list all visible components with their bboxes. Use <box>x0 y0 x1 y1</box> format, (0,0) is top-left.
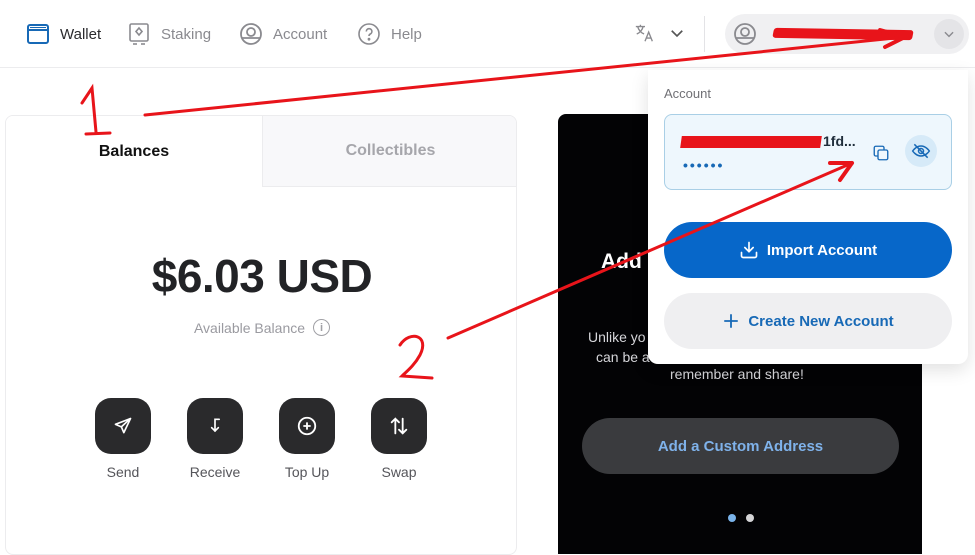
language-selector[interactable] <box>634 22 686 44</box>
help-icon <box>358 23 380 45</box>
receive-action[interactable]: Receive <box>187 398 243 480</box>
nav-item-label: Help <box>391 25 422 43</box>
wallet-card: Balances Collectibles $6.03 USD Availabl… <box>5 115 517 555</box>
balance-amount: $6.03 USD <box>151 250 373 302</box>
staking-icon <box>129 23 149 45</box>
import-account-button[interactable]: Import Account <box>664 222 952 278</box>
carousel-dot-1[interactable] <box>728 514 736 522</box>
send-action[interactable]: Send <box>95 398 151 480</box>
send-button[interactable] <box>95 398 151 454</box>
top-up-action[interactable]: Top Up <box>279 398 335 480</box>
swap-action[interactable]: Swap <box>371 398 427 480</box>
account-list-item[interactable]: 1fd... •••••• <box>664 114 952 190</box>
account-icon <box>240 23 262 45</box>
copy-address-button[interactable] <box>869 141 893 165</box>
nav-item-account[interactable]: Account <box>239 20 327 48</box>
wallet-icon <box>27 24 49 44</box>
swap-label: Swap <box>381 464 417 480</box>
account-switcher[interactable] <box>725 14 969 54</box>
account-dropdown-menu: Account 1fd... •••••• Import Account Cre… <box>648 70 968 364</box>
toggle-visibility-button[interactable] <box>905 135 937 167</box>
download-icon <box>740 241 758 259</box>
account-dropdown-toggle[interactable] <box>934 19 964 49</box>
available-balance-label: Available Balance <box>193 319 306 336</box>
account-section-label: Account <box>664 86 711 101</box>
redacted-address <box>680 136 822 149</box>
tab-balances[interactable]: Balances <box>6 116 262 187</box>
masked-balance: •••••• <box>683 157 725 173</box>
chevron-down-icon <box>944 31 954 38</box>
swap-button[interactable] <box>371 398 427 454</box>
translate-icon <box>635 24 653 42</box>
chevron-down-icon <box>671 30 683 38</box>
eye-off-icon <box>911 143 931 159</box>
add-custom-address-button[interactable]: Add a Custom Address <box>582 418 899 474</box>
info-icon[interactable]: i <box>313 319 331 336</box>
carousel-pagination <box>728 514 754 522</box>
send-label: Send <box>106 464 140 480</box>
nav-item-label: Wallet <box>60 25 102 43</box>
receive-button[interactable] <box>187 398 243 454</box>
top-navigation-bar: Wallet Staking Account Help <box>0 0 975 68</box>
carousel-dot-2[interactable] <box>746 514 754 522</box>
account-name-redacted <box>772 27 914 41</box>
promo-title: Add <box>601 250 642 273</box>
top-up-icon <box>297 416 317 436</box>
action-buttons: Send Receive Top Up Swap <box>95 398 427 480</box>
nav-item-staking[interactable]: Staking <box>127 20 211 48</box>
receive-icon <box>210 418 220 433</box>
receive-label: Receive <box>189 464 241 480</box>
divider <box>704 16 705 52</box>
account-avatar-icon <box>734 23 756 45</box>
plus-icon <box>724 314 739 328</box>
account-name: 1fd... <box>680 133 856 149</box>
swap-icon <box>390 417 408 435</box>
top-up-label: Top Up <box>284 464 330 480</box>
top-up-button[interactable] <box>279 398 335 454</box>
nav-item-help[interactable]: Help <box>357 20 422 48</box>
nav-item-wallet[interactable]: Wallet <box>26 20 101 48</box>
copy-icon <box>873 145 889 161</box>
nav-item-label: Staking <box>161 25 212 43</box>
tab-collectibles[interactable]: Collectibles <box>262 116 516 187</box>
send-icon <box>114 417 132 434</box>
available-balance: Available Balance i <box>6 319 516 336</box>
create-new-account-button[interactable]: Create New Account <box>664 293 952 349</box>
nav-item-label: Account <box>273 25 328 43</box>
